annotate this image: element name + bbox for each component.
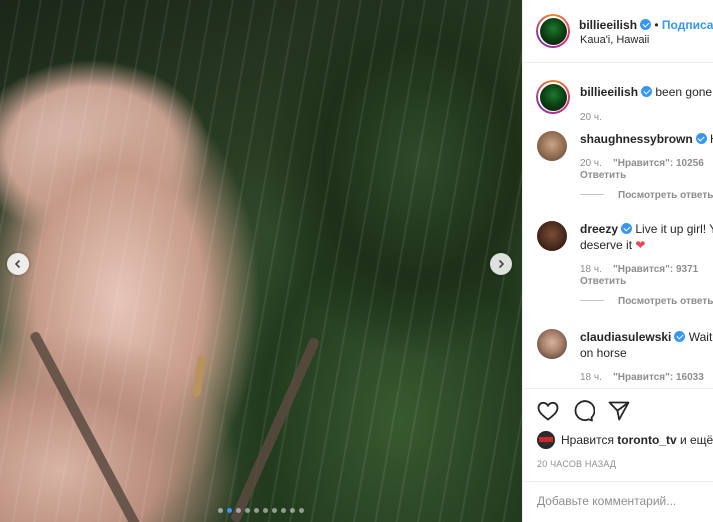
- carousel-dot: [299, 508, 304, 513]
- carousel-indicator: [218, 508, 304, 513]
- verified-badge-icon: [674, 331, 686, 342]
- commenter-avatar[interactable]: [537, 221, 567, 251]
- chevron-left-icon: [14, 259, 21, 269]
- comment-text: Live it up girl! Y: [635, 222, 713, 236]
- comment-time[interactable]: 20 ч.: [580, 158, 602, 169]
- verified-badge-icon: [621, 223, 633, 234]
- post-time-ago[interactable]: 20 ЧАСОВ НАЗАД: [537, 459, 616, 469]
- comment-text-line2: on horse: [580, 346, 627, 360]
- comment-likes[interactable]: "Нравится": 16033: [613, 372, 704, 383]
- likes-summary: Нравится toronto_tv и ещё: [537, 431, 713, 449]
- red-heart-emoji-icon: ❤: [635, 238, 646, 252]
- follow-button[interactable]: Подписаться: [662, 18, 713, 32]
- likes-suffix[interactable]: и ещё: [680, 433, 713, 447]
- post-header: billieeilish • Подписаться Kaua'i, Hawai…: [523, 0, 713, 63]
- post-actions: Нравится toronto_tv и ещё 20 ЧАСОВ НАЗАД: [523, 388, 713, 522]
- photo-rain-overlay: [0, 0, 522, 522]
- carousel-dot: [245, 508, 250, 513]
- comment-text: Waitin: [688, 330, 713, 344]
- next-photo-button[interactable]: [490, 253, 512, 275]
- reply-button[interactable]: Ответить: [580, 170, 626, 181]
- view-replies-button[interactable]: Посмотреть ответы: [580, 190, 713, 201]
- add-comment-bar: [523, 481, 713, 522]
- header-separator: •: [654, 18, 662, 32]
- carousel-dot: [227, 508, 232, 513]
- reply-button[interactable]: Ответить: [580, 276, 626, 287]
- liker-avatar[interactable]: [537, 431, 555, 449]
- carousel-dot: [281, 508, 286, 513]
- chevron-right-icon: [498, 259, 505, 269]
- verified-badge-icon: [640, 19, 652, 30]
- commenter-username[interactable]: dreezy: [580, 222, 618, 236]
- heart-icon[interactable]: [536, 399, 560, 423]
- carousel-dot: [263, 508, 268, 513]
- comment-time[interactable]: 18 ч.: [580, 372, 602, 383]
- likes-user[interactable]: toronto_tv: [617, 433, 676, 447]
- verified-badge-icon: [641, 86, 653, 97]
- comment-likes[interactable]: "Нравится": 10256: [613, 158, 704, 169]
- likes-prefix: Нравится: [561, 433, 614, 447]
- commenter-avatar[interactable]: [537, 329, 567, 359]
- view-replies-button[interactable]: Посмотреть ответы: [580, 296, 713, 307]
- caption-text: been gone: [655, 85, 713, 99]
- post-caption: billieeilish been gone 20 ч.: [523, 72, 713, 132]
- author-username[interactable]: billieeilish: [579, 18, 637, 32]
- verified-badge-icon: [695, 133, 707, 144]
- author-avatar[interactable]: [536, 14, 570, 48]
- add-comment-input[interactable]: [537, 494, 707, 508]
- carousel-dot: [254, 508, 259, 513]
- carousel-dot: [290, 508, 295, 513]
- post-photo[interactable]: [0, 0, 522, 522]
- carousel-dot: [272, 508, 277, 513]
- carousel-dot: [218, 508, 223, 513]
- caption-time[interactable]: 20 ч.: [580, 112, 602, 123]
- comment-icon[interactable]: [571, 399, 595, 423]
- commenter-username[interactable]: claudiasulewski: [580, 330, 671, 344]
- carousel-dot: [236, 508, 241, 513]
- post-location[interactable]: Kaua'i, Hawaii: [580, 34, 649, 46]
- caption-username[interactable]: billieeilish: [580, 85, 638, 99]
- share-icon[interactable]: [607, 399, 631, 423]
- comment-text-line2: deserve it: [580, 238, 633, 252]
- commenter-username[interactable]: shaughnessybrown: [580, 132, 693, 146]
- comment-likes[interactable]: "Нравится": 9371: [613, 264, 698, 275]
- post-side-panel: billieeilish • Подписаться Kaua'i, Hawai…: [522, 0, 713, 522]
- comment-time[interactable]: 18 ч.: [580, 264, 602, 275]
- caption-author-avatar[interactable]: [536, 80, 570, 114]
- commenter-avatar[interactable]: [537, 131, 567, 161]
- previous-photo-button[interactable]: [7, 253, 29, 275]
